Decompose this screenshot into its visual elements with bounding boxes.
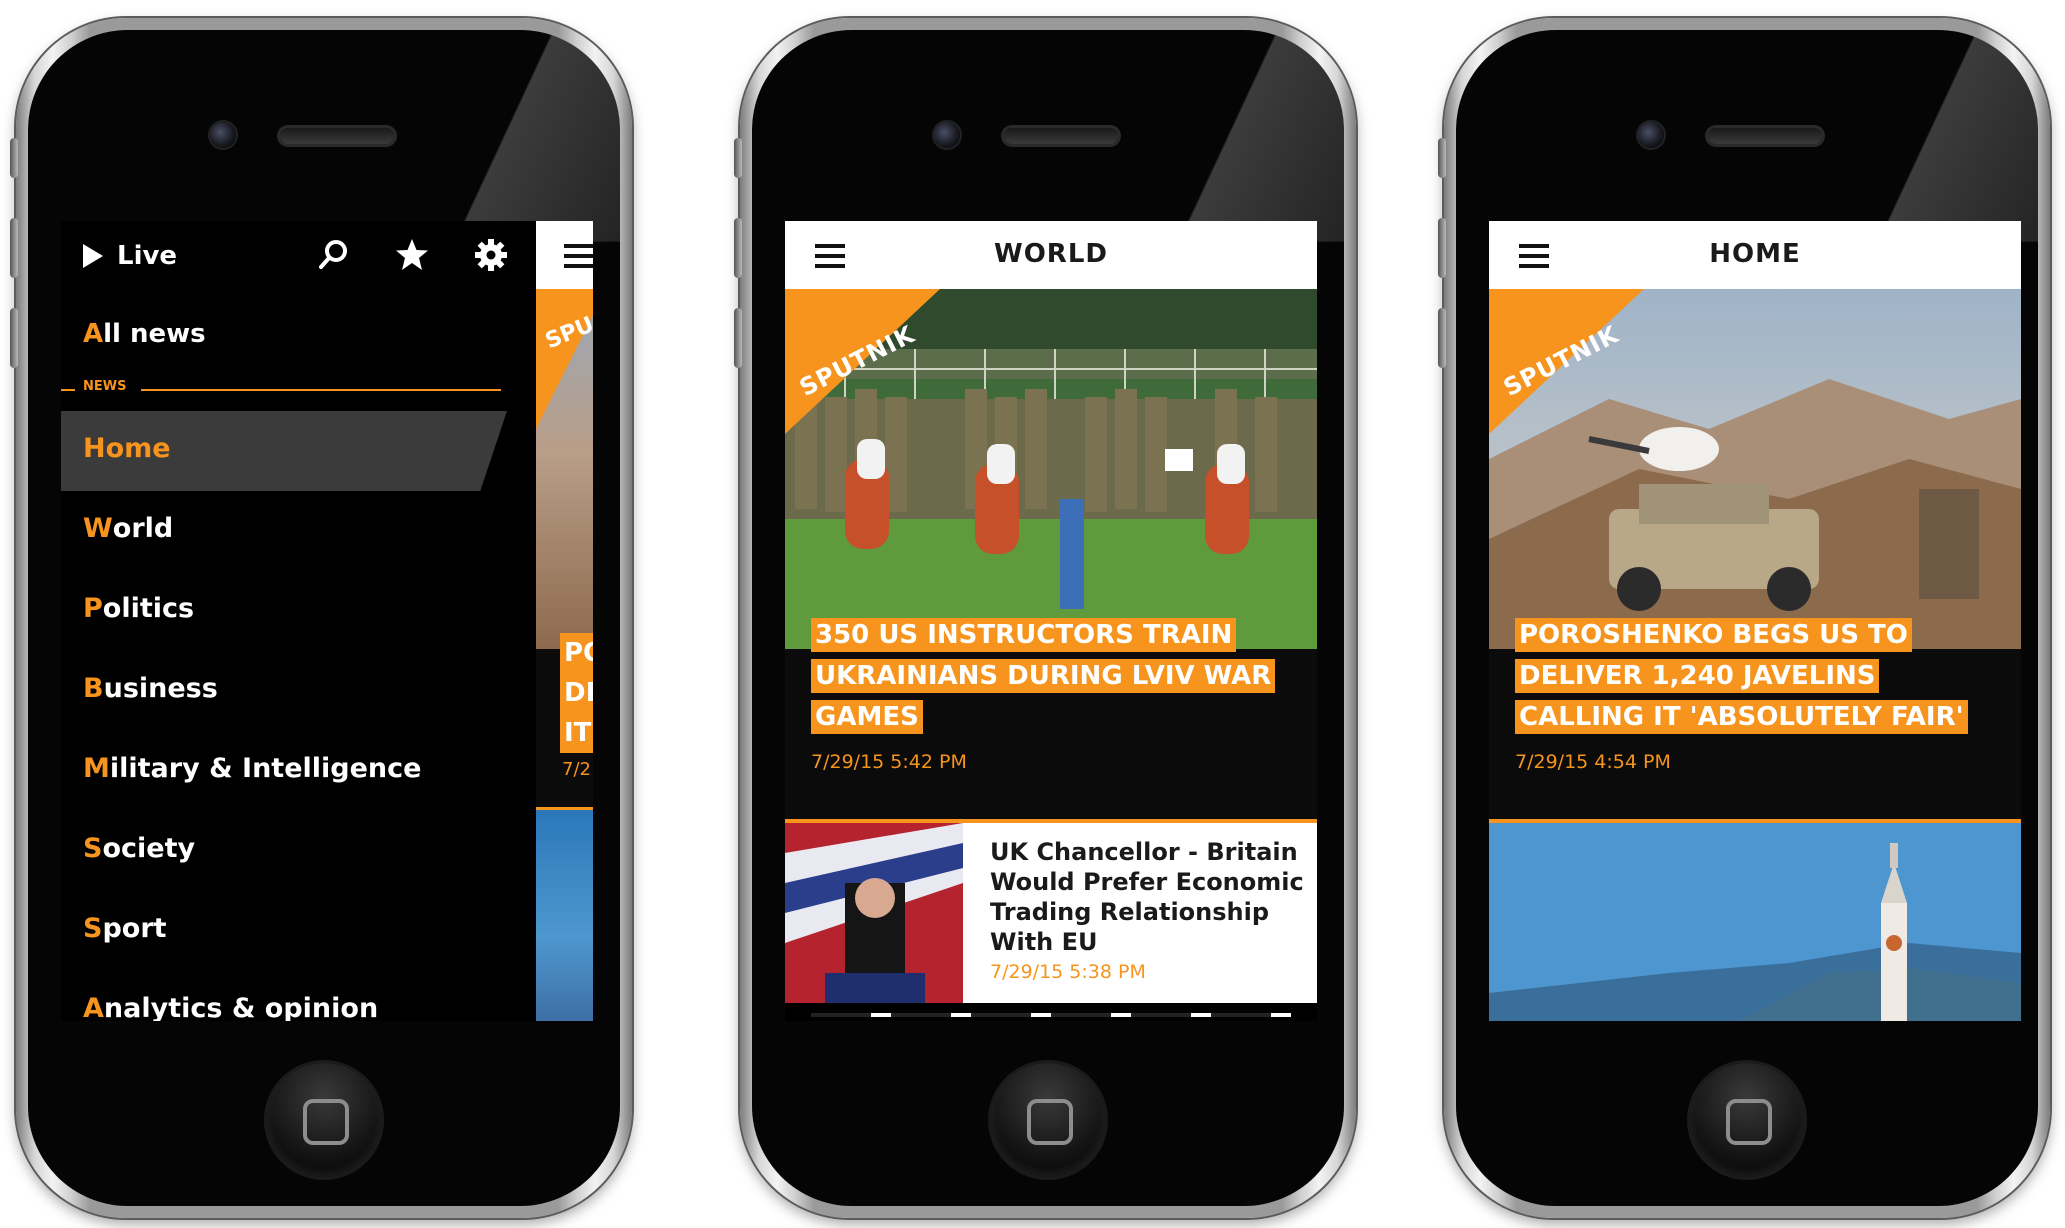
news-section-divider: NEWS <box>61 377 501 397</box>
camera <box>1638 122 1664 148</box>
side-menu: Live All news NEWS Home World Politics B… <box>61 221 536 1021</box>
screen: Live All news NEWS Home World Politics B… <box>61 221 593 1021</box>
menu-item-label: Sport <box>83 913 167 944</box>
app-header: HOME <box>1489 221 2021 289</box>
second-article-image[interactable] <box>1489 823 2021 1021</box>
next-item-preview <box>811 1013 1291 1017</box>
home-button[interactable] <box>267 1063 381 1177</box>
phone-menu: Live All news NEWS Home World Politics B… <box>10 18 632 1218</box>
speaker <box>1708 128 1822 144</box>
star-icon[interactable] <box>394 237 430 273</box>
camera <box>210 122 236 148</box>
all-news-initial: A <box>83 319 104 349</box>
menu-item-sport[interactable]: Sport <box>61 891 536 971</box>
menu-item-label: World <box>83 513 174 544</box>
all-news-link[interactable]: All news <box>83 319 206 349</box>
menu-item-military[interactable]: Military & Intelligence <box>61 731 536 811</box>
screen: WORLD SPUTNIK 350 US INSTRUCTORS TRAIN U… <box>785 221 1317 1021</box>
hamburger-icon[interactable] <box>564 243 593 269</box>
page-title: WORLD <box>994 239 1108 269</box>
all-news-label: ll news <box>103 319 206 349</box>
camera <box>934 122 960 148</box>
speaker <box>280 128 394 144</box>
menu-toolbar: Live <box>61 221 536 291</box>
list-item[interactable]: UK Chancellor - Britain Would Prefer Eco… <box>785 823 1317 1003</box>
menu-item-label: Military & Intelligence <box>83 753 422 784</box>
live-label: Live <box>117 241 178 271</box>
play-icon <box>83 244 103 268</box>
menu-item-label: Home <box>83 433 171 464</box>
content-peek[interactable]: SPU PO DE IT 7/2 <box>536 221 593 1021</box>
article-thumbnail <box>785 823 963 1003</box>
search-icon[interactable] <box>316 237 352 273</box>
menu-item-politics[interactable]: Politics <box>61 571 536 651</box>
hero-headline: POROSHENKO BEGS US TO DELIVER 1,240 JAVE… <box>1515 615 2005 738</box>
phone-world: WORLD SPUTNIK 350 US INSTRUCTORS TRAIN U… <box>734 18 1356 1218</box>
menu-item-label: Politics <box>83 593 195 624</box>
menu-item-label: Business <box>83 673 218 704</box>
hero-article[interactable]: SPUTNIK POROSHENKO BEGS US TO DELIVER 1,… <box>1489 289 2021 819</box>
list-item-date: 7/29/15 5:38 PM <box>990 961 1146 983</box>
speaker <box>1004 128 1118 144</box>
gear-icon[interactable] <box>473 237 509 273</box>
list-item-title: UK Chancellor - Britain Would Prefer Eco… <box>990 838 1304 956</box>
hero-headline: 350 US INSTRUCTORS TRAIN UKRAINIANS DURI… <box>811 615 1301 738</box>
live-button[interactable]: Live <box>83 241 177 271</box>
hero-date: 7/29/15 5:42 PM <box>811 751 967 773</box>
menu-item-business[interactable]: Business <box>61 651 536 731</box>
phone-home: HOME SPUTNIK POROSHENKO BEGS US TO DELIV… <box>1438 18 2050 1218</box>
peek-date: 7/2 <box>562 759 591 780</box>
menu-item-label: Analytics & opinion <box>83 993 379 1021</box>
menu-item-world[interactable]: World <box>61 491 536 571</box>
menu-item-analytics[interactable]: Analytics & opinion <box>61 971 536 1021</box>
home-button[interactable] <box>1690 1063 1804 1177</box>
home-button[interactable] <box>991 1063 1105 1177</box>
peek-headline: PO DE IT <box>560 633 593 753</box>
app-header: WORLD <box>785 221 1317 289</box>
hero-article[interactable]: SPUTNIK 350 US INSTRUCTORS TRAIN UKRAINI… <box>785 289 1317 819</box>
menu-item-society[interactable]: Society <box>61 811 536 891</box>
menu-item-label: Society <box>83 833 196 864</box>
menu-item-home[interactable]: Home <box>61 411 536 491</box>
screen: HOME SPUTNIK POROSHENKO BEGS US TO DELIV… <box>1489 221 2021 1021</box>
hero-date: 7/29/15 4:54 PM <box>1515 751 1671 773</box>
news-section-label: NEWS <box>83 379 127 394</box>
page-title: HOME <box>1709 239 1801 269</box>
